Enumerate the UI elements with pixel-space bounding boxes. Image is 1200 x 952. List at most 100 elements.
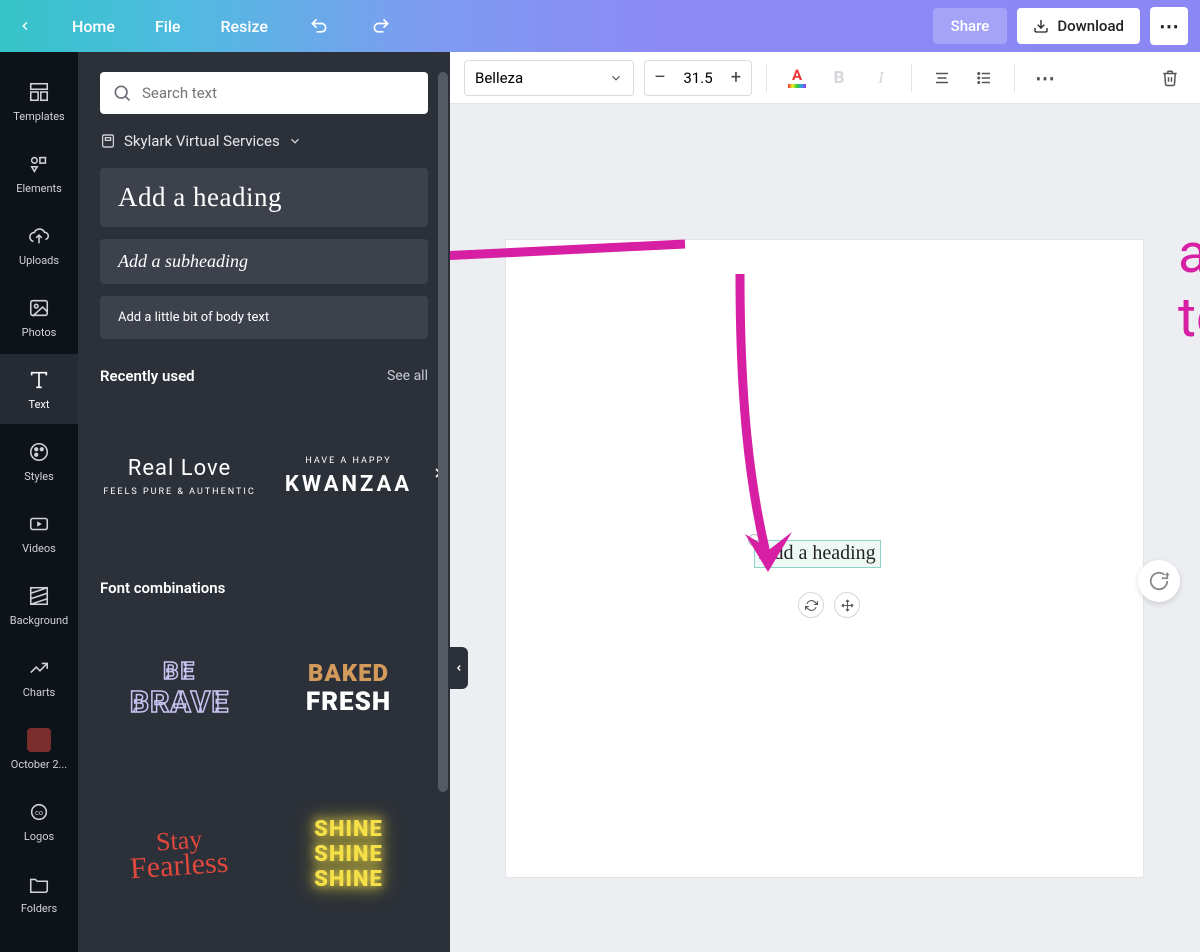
rail-charts[interactable]: Charts — [0, 642, 78, 712]
recently-used-header: Recently used See all — [78, 345, 450, 391]
search-box[interactable] — [100, 72, 428, 114]
rail-videos[interactable]: Videos — [0, 498, 78, 568]
canvas-stage[interactable]: Add a heading add text — [450, 104, 1200, 952]
thumb-label: HAVE A HAPPY — [305, 456, 391, 466]
refresh-icon — [805, 599, 818, 612]
recently-used-title: Recently used — [100, 367, 195, 385]
rail-templates-label: Templates — [4, 110, 74, 123]
move-button[interactable] — [834, 592, 860, 618]
download-button[interactable]: Download — [1017, 8, 1140, 44]
chevron-left-icon — [454, 663, 464, 673]
svg-text:co: co — [35, 807, 43, 816]
rail-styles-label: Styles — [4, 470, 74, 483]
undo-icon — [309, 16, 329, 36]
ellipsis-icon: ⋯ — [1159, 14, 1179, 38]
alignment-button[interactable] — [926, 62, 958, 94]
search-icon — [112, 83, 132, 103]
text-template-be-brave[interactable]: BE BRAVE — [100, 613, 259, 763]
rail-elements-label: Elements — [4, 182, 74, 195]
rail-templates[interactable]: Templates — [0, 66, 78, 136]
font-size-stepper: – 31.5 + — [644, 60, 752, 96]
folders-icon — [28, 873, 50, 895]
add-page-button[interactable] — [1138, 560, 1180, 602]
thumb-label: BE — [163, 657, 196, 685]
rail-text-label: Text — [4, 398, 74, 411]
rail-styles[interactable]: Styles — [0, 426, 78, 496]
bold-button[interactable]: B — [823, 62, 855, 94]
selected-text-element[interactable]: Add a heading — [754, 540, 881, 568]
download-icon — [1033, 18, 1049, 34]
file-button[interactable]: File — [149, 9, 187, 44]
rail-folders-label: Folders — [4, 902, 74, 915]
more-text-options[interactable]: ⋯ — [1029, 62, 1061, 94]
videos-icon — [28, 513, 50, 535]
rail-charts-label: Charts — [4, 686, 74, 699]
text-template-stay-fearless[interactable]: Stay Fearless — [100, 779, 259, 929]
delete-button[interactable] — [1154, 62, 1186, 94]
add-heading-button[interactable]: Add a heading — [100, 168, 428, 227]
text-template-baked-fresh[interactable]: BAKED FRESH — [269, 613, 428, 763]
add-body-text-button[interactable]: Add a little bit of body text — [100, 296, 428, 339]
more-menu-button[interactable]: ⋯ — [1150, 7, 1188, 45]
font-size-decrease[interactable]: – — [645, 61, 675, 95]
thumb-label: SHINE — [314, 867, 383, 892]
collapse-panel-button[interactable] — [450, 647, 468, 689]
rail-videos-label: Videos — [4, 542, 74, 555]
see-all-button[interactable]: See all — [387, 368, 428, 384]
font-size-value[interactable]: 31.5 — [675, 69, 721, 87]
rail-uploads[interactable]: Uploads — [0, 210, 78, 280]
rail-photos[interactable]: Photos — [0, 282, 78, 352]
divider — [766, 64, 767, 92]
canvas-area: Belleza – 31.5 + A B I ⋯ — [450, 52, 1200, 952]
background-icon — [28, 585, 50, 607]
back-button[interactable] — [12, 11, 38, 41]
italic-button[interactable]: I — [865, 62, 897, 94]
brand-kit-label: Skylark Virtual Services — [124, 132, 280, 150]
elements-icon — [28, 153, 50, 175]
rail-text[interactable]: Text — [0, 354, 78, 424]
regenerate-button[interactable] — [798, 592, 824, 618]
list-button[interactable] — [968, 62, 1000, 94]
header-left-group: Home File Resize — [12, 9, 398, 44]
undo-button[interactable] — [302, 9, 336, 43]
logos-icon: co — [28, 801, 50, 823]
annotation-label: add text — [1178, 222, 1200, 350]
font-combinations-header: Font combinations — [78, 557, 450, 603]
search-input[interactable] — [142, 84, 416, 102]
rail-folder-october[interactable]: October 2... — [0, 714, 78, 784]
scrollbar-thumb[interactable] — [438, 72, 448, 792]
brand-kit-icon — [100, 133, 116, 149]
thumb-label: SHINE — [314, 842, 383, 867]
brand-kit-dropdown[interactable]: Skylark Virtual Services — [78, 126, 450, 162]
thumb-label: SHINE — [314, 817, 383, 842]
font-size-increase[interactable]: + — [721, 61, 751, 95]
text-template-real-love[interactable]: Real LoveFEELS PURE & AUTHENTIC — [100, 401, 259, 551]
add-subheading-button[interactable]: Add a subheading — [100, 239, 428, 284]
thumb-label: BRAVE — [130, 685, 229, 720]
rail-elements[interactable]: Elements — [0, 138, 78, 208]
font-family-value: Belleza — [475, 69, 523, 87]
rail-folders[interactable]: Folders — [0, 858, 78, 928]
text-toolbar: Belleza – 31.5 + A B I ⋯ — [450, 52, 1200, 104]
divider — [1014, 64, 1015, 92]
design-page[interactable]: Add a heading — [506, 240, 1143, 877]
rail-background[interactable]: Background — [0, 570, 78, 640]
download-label: Download — [1057, 17, 1124, 35]
redo-button[interactable] — [364, 9, 398, 43]
text-template-shine[interactable]: SHINE SHINE SHINE — [269, 779, 428, 929]
font-color-button[interactable]: A — [781, 62, 813, 94]
list-icon — [975, 69, 993, 87]
share-button[interactable]: Share — [933, 8, 1008, 44]
styles-icon — [28, 441, 50, 463]
chevron-left-icon — [18, 19, 32, 33]
font-family-select[interactable]: Belleza — [464, 60, 634, 96]
photos-icon — [28, 297, 50, 319]
text-template-kwanzaa[interactable]: HAVE A HAPPY KWANZAA — [269, 401, 428, 551]
font-color-icon: A — [788, 68, 806, 88]
home-button[interactable]: Home — [66, 9, 121, 44]
resize-button[interactable]: Resize — [214, 9, 273, 44]
rail-october-label: October 2... — [4, 758, 74, 771]
rail-logos[interactable]: co Logos — [0, 786, 78, 856]
thumb-label: Real LoveFEELS PURE & AUTHENTIC — [103, 455, 255, 497]
panel-scrollbar[interactable] — [438, 72, 448, 792]
